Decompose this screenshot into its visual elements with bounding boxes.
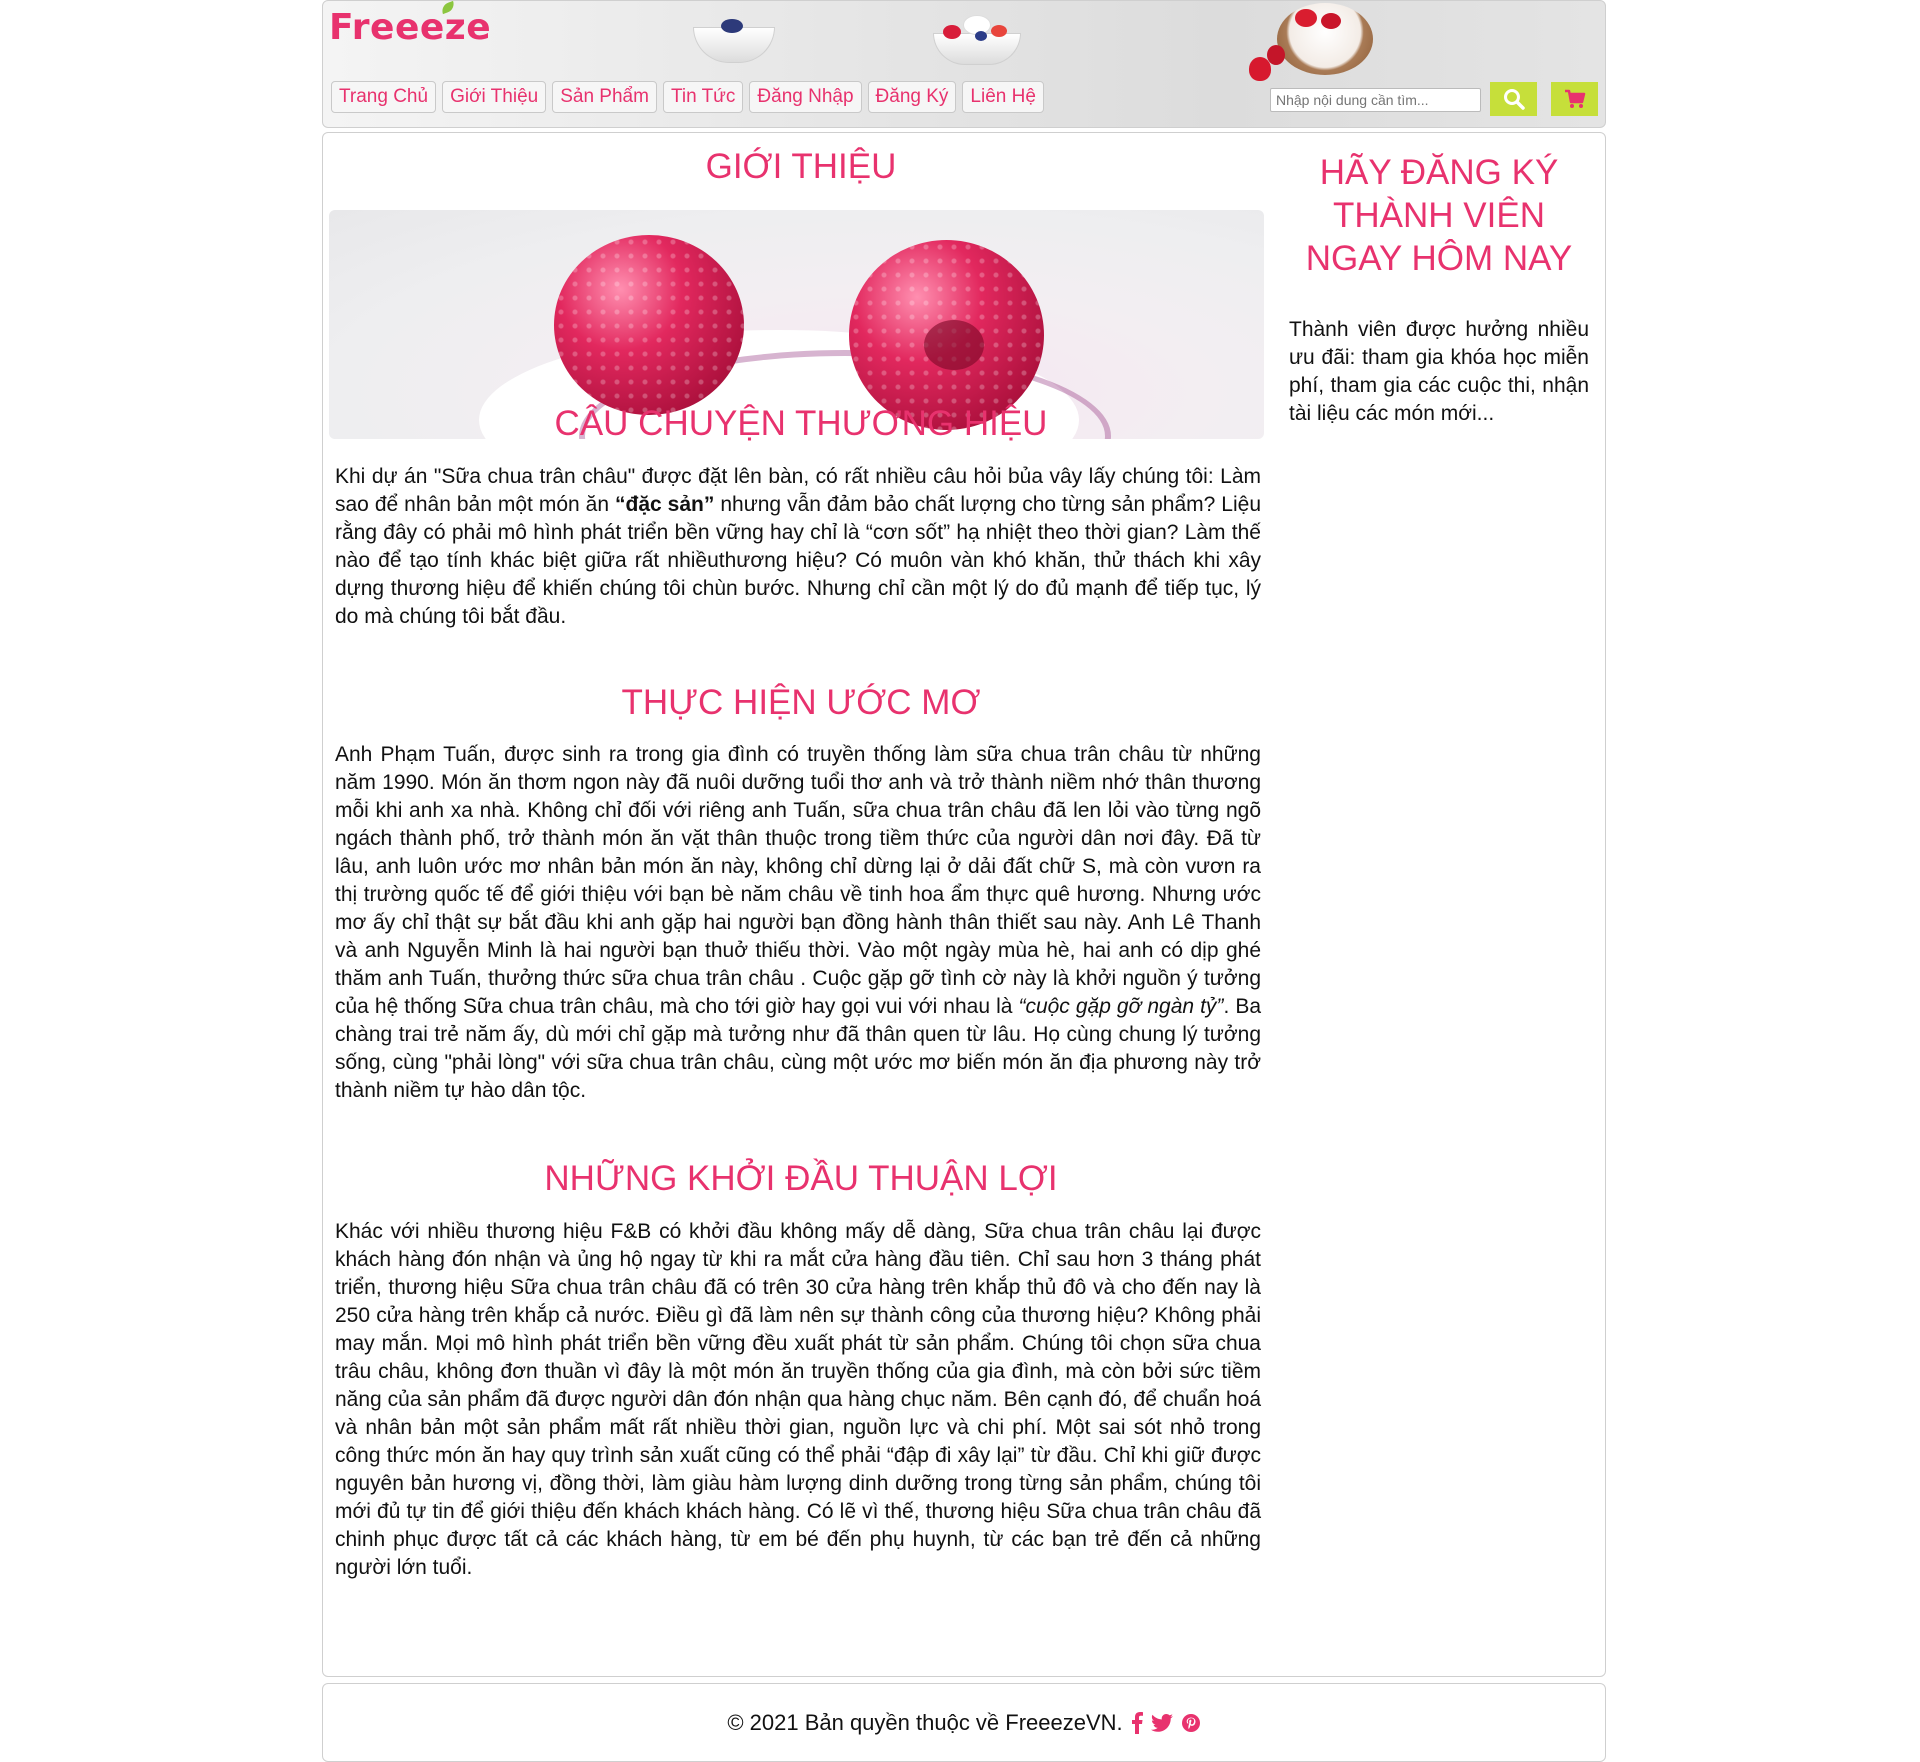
- nav-contact[interactable]: Liên Hệ: [962, 81, 1044, 113]
- main-panel: GIỚI THIỆU CÂU CHUYỆN THƯƠNG HIỆU Khi dự…: [322, 132, 1606, 1677]
- section-text-good-start: Khác với nhiều thương hiệu F&B có khởi đ…: [335, 1220, 1261, 1579]
- sidebar-title: HÃY ĐĂNG KÝ THÀNH VIÊN NGAY HÔM NAY: [1305, 153, 1573, 278]
- logo[interactable]: Freeeze: [329, 1, 491, 48]
- cart-icon: [1564, 89, 1585, 108]
- nav-products[interactable]: Sản Phẩm: [552, 81, 657, 113]
- nav-about[interactable]: Giới Thiệu: [442, 81, 547, 113]
- pinterest-icon[interactable]: [1181, 1713, 1201, 1733]
- twitter-icon[interactable]: [1150, 1713, 1173, 1732]
- copyright-text: © 2021 Bản quyền thuộc về FreeezeVN.: [727, 1709, 1123, 1735]
- nav-register[interactable]: Đăng Ký: [867, 81, 957, 113]
- section-text-brand-story: Khi dự án "Sữa chua trân châu" được đặt …: [335, 465, 1261, 628]
- site-header: Freeeze Trang Chủ Giới Thiệu Sản Phẩm Ti…: [322, 0, 1606, 128]
- strawberry-yogurt-image: [1243, 1, 1373, 89]
- nav-home[interactable]: Trang Chủ: [331, 81, 437, 113]
- section-title-dream: THỰC HIỆN ƯỚC MƠ: [621, 683, 981, 722]
- section-title-good-start: NHỮNG KHỞI ĐẦU THUẬN LỢI: [544, 1159, 1058, 1198]
- nav-news[interactable]: Tin Tức: [662, 81, 744, 113]
- section-title-brand-story: CÂU CHUYỆN THƯƠNG HIỆU: [554, 404, 1048, 443]
- search-input[interactable]: [1270, 88, 1481, 112]
- cart-button[interactable]: [1551, 82, 1598, 116]
- nav-login[interactable]: Đăng Nhập: [749, 81, 862, 113]
- site-footer: © 2021 Bản quyền thuộc về FreeezeVN.: [322, 1683, 1606, 1762]
- fruit-bowl-image: [933, 11, 1021, 65]
- search-icon: [1503, 89, 1525, 110]
- page-title: GIỚI THIỆU: [705, 147, 897, 186]
- sidebar-text: Thành viên được hưởng nhiều ưu đãi: tham…: [1289, 318, 1589, 425]
- search-button[interactable]: [1490, 82, 1537, 116]
- member-sidebar: HÃY ĐĂNG KÝ THÀNH VIÊN NGAY HÔM NAY Thàn…: [1289, 151, 1589, 449]
- section-text-dream: Anh Phạm Tuấn, được sinh ra trong gia đì…: [335, 743, 1261, 1102]
- facebook-icon[interactable]: [1131, 1711, 1143, 1734]
- yogurt-bowl-image: [693, 19, 775, 63]
- main-nav: Trang Chủ Giới Thiệu Sản Phẩm Tin Tức Đă…: [331, 81, 1044, 113]
